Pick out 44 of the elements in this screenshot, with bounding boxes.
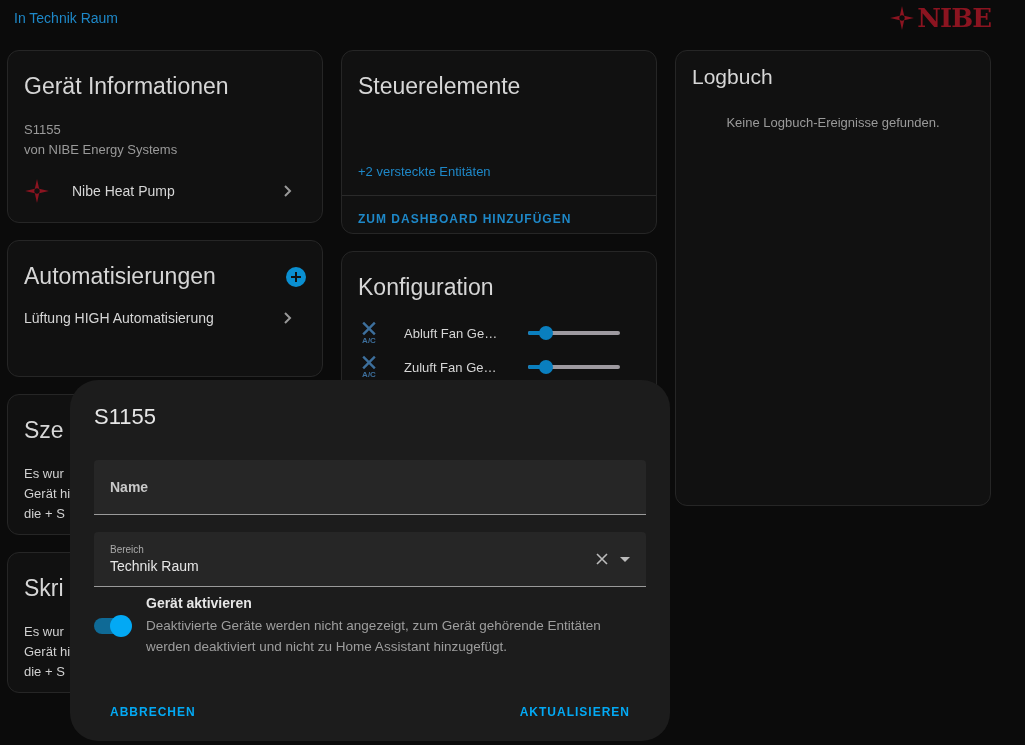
toggle-description: Deaktivierte Geräte werden nicht angezeigt, zum Gerät gehörende Entitäten werden deaktiviert und nicht zu Home Assistant hinzugefügt. — [146, 617, 602, 656]
card-text: die + S — [24, 663, 65, 681]
empty-message: Keine Logbuch-Ereignisse gefunden. — [725, 115, 941, 130]
card-title: Konfiguration — [358, 274, 495, 301]
card-title: Automatisierungen — [24, 263, 216, 290]
setting-label: Abluft Fan Ge… — [404, 325, 499, 341]
card-text: Gerät hi — [24, 485, 71, 503]
card-title: Logbuch — [692, 65, 774, 89]
card-title: Skri — [24, 575, 64, 602]
add-icon[interactable] — [286, 266, 306, 287]
automation-item[interactable]: Lüftung HIGH Automatisierung — [24, 310, 306, 326]
card-text: Gerät hi — [24, 643, 71, 661]
breadcrumb-link[interactable]: In Technik Raum — [14, 10, 118, 26]
icon-label: A/C — [362, 336, 376, 345]
card-text: die + S — [24, 505, 65, 523]
area-field[interactable]: Bereich Technik Raum — [94, 532, 646, 587]
star-logo-icon — [24, 178, 50, 204]
card-text: Es wur — [24, 623, 64, 641]
clear-icon[interactable] — [596, 553, 608, 565]
card-title: Steuerelemente — [357, 73, 522, 100]
logo-text: NIBE — [917, 3, 991, 33]
card-title: Sze — [24, 417, 64, 444]
setting-label: Zuluft Fan Ge… — [404, 359, 498, 375]
enable-toggle[interactable] — [94, 618, 130, 634]
toggle-title: Gerät aktivieren — [146, 595, 253, 611]
update-button[interactable]: AKTUALISIEREN — [511, 699, 638, 725]
icon-label: A/C — [362, 370, 376, 379]
manufacturer-text: von NIBE Energy Systems — [24, 141, 179, 159]
model-text: S1155 — [24, 121, 62, 139]
hidden-entities-link[interactable]: +2 versteckte Entitäten — [342, 120, 656, 195]
fan-speed-slider[interactable] — [528, 326, 620, 340]
chevron-right-icon — [284, 312, 292, 324]
dropdown-icon[interactable] — [620, 556, 630, 562]
dialog-title: S1155 — [94, 404, 157, 430]
card-text: Es wur — [24, 465, 64, 483]
add-to-dashboard-button[interactable]: ZUM DASHBOARD HINZUFÜGEN — [350, 206, 580, 232]
card-title: Gerät Informationen — [24, 73, 230, 100]
fan-speed-slider[interactable] — [528, 360, 620, 374]
fan-icon — [359, 321, 379, 336]
integration-item[interactable]: Nibe Heat Pump — [24, 178, 306, 204]
cancel-button[interactable]: ABBRECHEN — [102, 699, 204, 725]
fan-icon — [359, 355, 379, 370]
chevron-right-icon — [284, 185, 292, 197]
name-field[interactable]: Name — [94, 460, 646, 515]
